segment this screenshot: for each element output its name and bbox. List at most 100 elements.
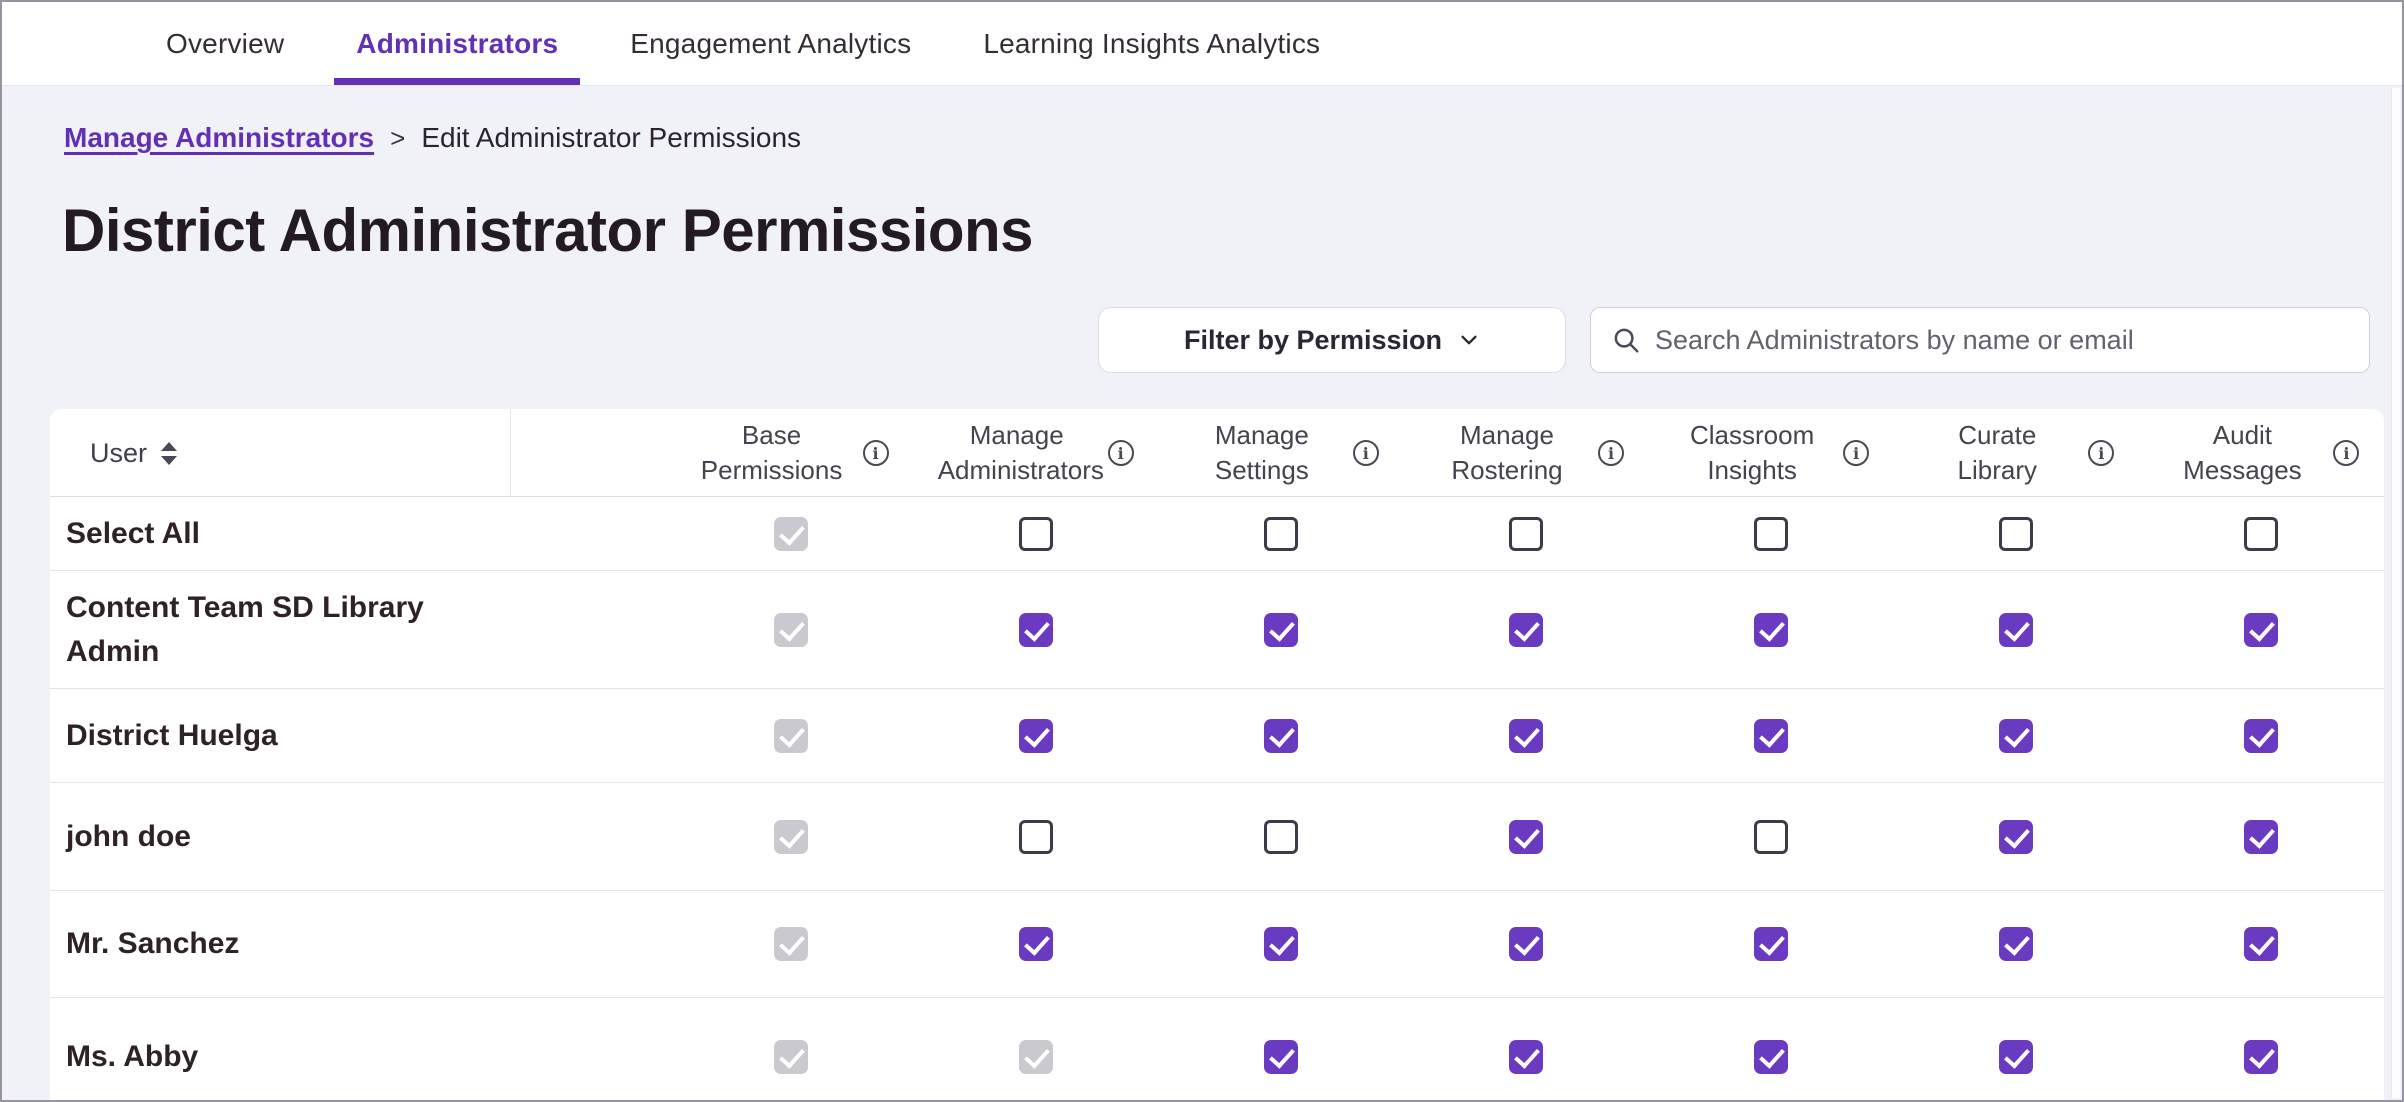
permission-checkbox[interactable] — [1264, 927, 1298, 961]
column-header-label: Base Permissions — [693, 418, 851, 488]
permission-checkbox[interactable] — [1264, 719, 1298, 753]
permission-checkbox[interactable] — [1999, 1040, 2033, 1074]
permission-cell — [1649, 1040, 1894, 1074]
permission-checkbox[interactable] — [1754, 927, 1788, 961]
permission-checkbox[interactable] — [1999, 517, 2033, 551]
breadcrumb-link-manage-administrators[interactable]: Manage Administrators — [64, 122, 374, 154]
permission-checkbox — [774, 820, 808, 854]
tab-administrators[interactable]: Administrators — [320, 2, 594, 85]
table-row: Mr. Sanchez — [50, 891, 2384, 998]
search-icon — [1611, 325, 1641, 355]
permission-column-header: Audit Messages — [2139, 418, 2384, 488]
permission-checkbox[interactable] — [1264, 1040, 1298, 1074]
filter-button-label: Filter by Permission — [1184, 325, 1442, 356]
permission-checkbox[interactable] — [2244, 927, 2278, 961]
permission-cell — [1403, 719, 1648, 753]
permission-checkbox[interactable] — [2244, 719, 2278, 753]
toolbar: Filter by Permission — [62, 307, 2370, 373]
permission-cell — [1649, 927, 1894, 961]
permission-column-header: Classroom Insights — [1649, 418, 1894, 488]
table-header-row: User Base Permissions Manage Administrat… — [50, 409, 2384, 497]
permission-checkbox[interactable] — [1509, 820, 1543, 854]
permission-column-header: Manage Settings — [1158, 418, 1403, 488]
tab-overview[interactable]: Overview — [130, 2, 320, 85]
permission-cell — [668, 719, 913, 753]
info-icon[interactable] — [2088, 440, 2114, 466]
permission-cell — [1894, 517, 2139, 551]
column-header-label: Curate Library — [1918, 418, 2076, 488]
user-name: Ms. Abby — [50, 1035, 450, 1079]
permission-checkbox[interactable] — [1999, 927, 2033, 961]
permission-cell — [1158, 613, 1403, 647]
permission-checkbox[interactable] — [1019, 719, 1053, 753]
permission-checkbox[interactable] — [1509, 927, 1543, 961]
permission-checkbox[interactable] — [1264, 613, 1298, 647]
permission-cell — [668, 927, 913, 961]
permission-checkbox[interactable] — [1264, 820, 1298, 854]
permission-checkbox[interactable] — [2244, 613, 2278, 647]
page-title: District Administrator Permissions — [62, 196, 2370, 265]
permission-checkbox[interactable] — [2244, 820, 2278, 854]
permission-cell — [668, 1040, 913, 1074]
permission-checkbox[interactable] — [1019, 613, 1053, 647]
table-row: Ms. Abby — [50, 998, 2384, 1102]
permission-column-header: Base Permissions — [668, 418, 913, 488]
info-icon[interactable] — [863, 440, 889, 466]
permission-checkbox[interactable] — [1999, 820, 2033, 854]
permission-checkbox[interactable] — [2244, 1040, 2278, 1074]
permission-checkbox[interactable] — [1509, 1040, 1543, 1074]
permission-cell — [913, 927, 1158, 961]
filter-by-permission-button[interactable]: Filter by Permission — [1098, 307, 1566, 373]
permission-cell — [2139, 1040, 2384, 1074]
permission-checkbox[interactable] — [1019, 820, 1053, 854]
permission-cell — [1403, 613, 1648, 647]
column-header-label: Audit Messages — [2163, 418, 2321, 488]
permission-checkbox[interactable] — [1509, 719, 1543, 753]
permission-cell — [1894, 820, 2139, 854]
permission-cell — [1649, 719, 1894, 753]
permission-cell — [668, 517, 913, 551]
permission-cell — [2139, 517, 2384, 551]
permission-cell — [668, 613, 913, 647]
permission-cell — [2139, 613, 2384, 647]
permission-checkbox[interactable] — [1754, 613, 1788, 647]
table-row: Content Team SD Library Admin — [50, 571, 2384, 689]
user-header-label: User — [90, 438, 147, 469]
permission-checkbox — [774, 517, 808, 551]
search-box — [1590, 307, 2370, 373]
table-body: Select AllContent Team SD Library AdminD… — [50, 497, 2384, 1102]
permission-checkbox[interactable] — [1754, 820, 1788, 854]
permission-checkbox[interactable] — [1019, 517, 1053, 551]
permission-checkbox[interactable] — [1264, 517, 1298, 551]
tab-engagement-analytics[interactable]: Engagement Analytics — [594, 2, 947, 85]
permission-cell — [1403, 1040, 1648, 1074]
page-content: Manage Administrators > Edit Administrat… — [2, 86, 2402, 1102]
permission-cell — [1649, 517, 1894, 551]
permission-checkbox[interactable] — [1509, 517, 1543, 551]
info-icon[interactable] — [1598, 440, 1624, 466]
permission-checkbox[interactable] — [1754, 719, 1788, 753]
info-icon[interactable] — [2333, 440, 2359, 466]
permission-column-header: Manage Administrators — [913, 418, 1158, 488]
permission-checkbox[interactable] — [1999, 719, 2033, 753]
permission-checkbox[interactable] — [1754, 1040, 1788, 1074]
permission-cell — [2139, 719, 2384, 753]
user-name: Mr. Sanchez — [50, 922, 450, 966]
scrollbar-track[interactable] — [2391, 88, 2400, 1098]
permission-cell — [913, 719, 1158, 753]
permission-checkbox[interactable] — [1509, 613, 1543, 647]
permission-cell — [2139, 927, 2384, 961]
table-row: District Huelga — [50, 689, 2384, 783]
user-column-sort-header[interactable]: User — [50, 409, 511, 497]
permission-column-header: Curate Library — [1894, 418, 2139, 488]
info-icon[interactable] — [1108, 440, 1134, 466]
permission-checkbox[interactable] — [1999, 613, 2033, 647]
permission-checkbox[interactable] — [1019, 927, 1053, 961]
search-input[interactable] — [1655, 325, 2349, 356]
info-icon[interactable] — [1843, 440, 1869, 466]
permission-cell — [1894, 927, 2139, 961]
info-icon[interactable] — [1353, 440, 1379, 466]
permission-checkbox[interactable] — [1754, 517, 1788, 551]
permission-checkbox[interactable] — [2244, 517, 2278, 551]
tab-learning-insights-analytics[interactable]: Learning Insights Analytics — [947, 2, 1356, 85]
